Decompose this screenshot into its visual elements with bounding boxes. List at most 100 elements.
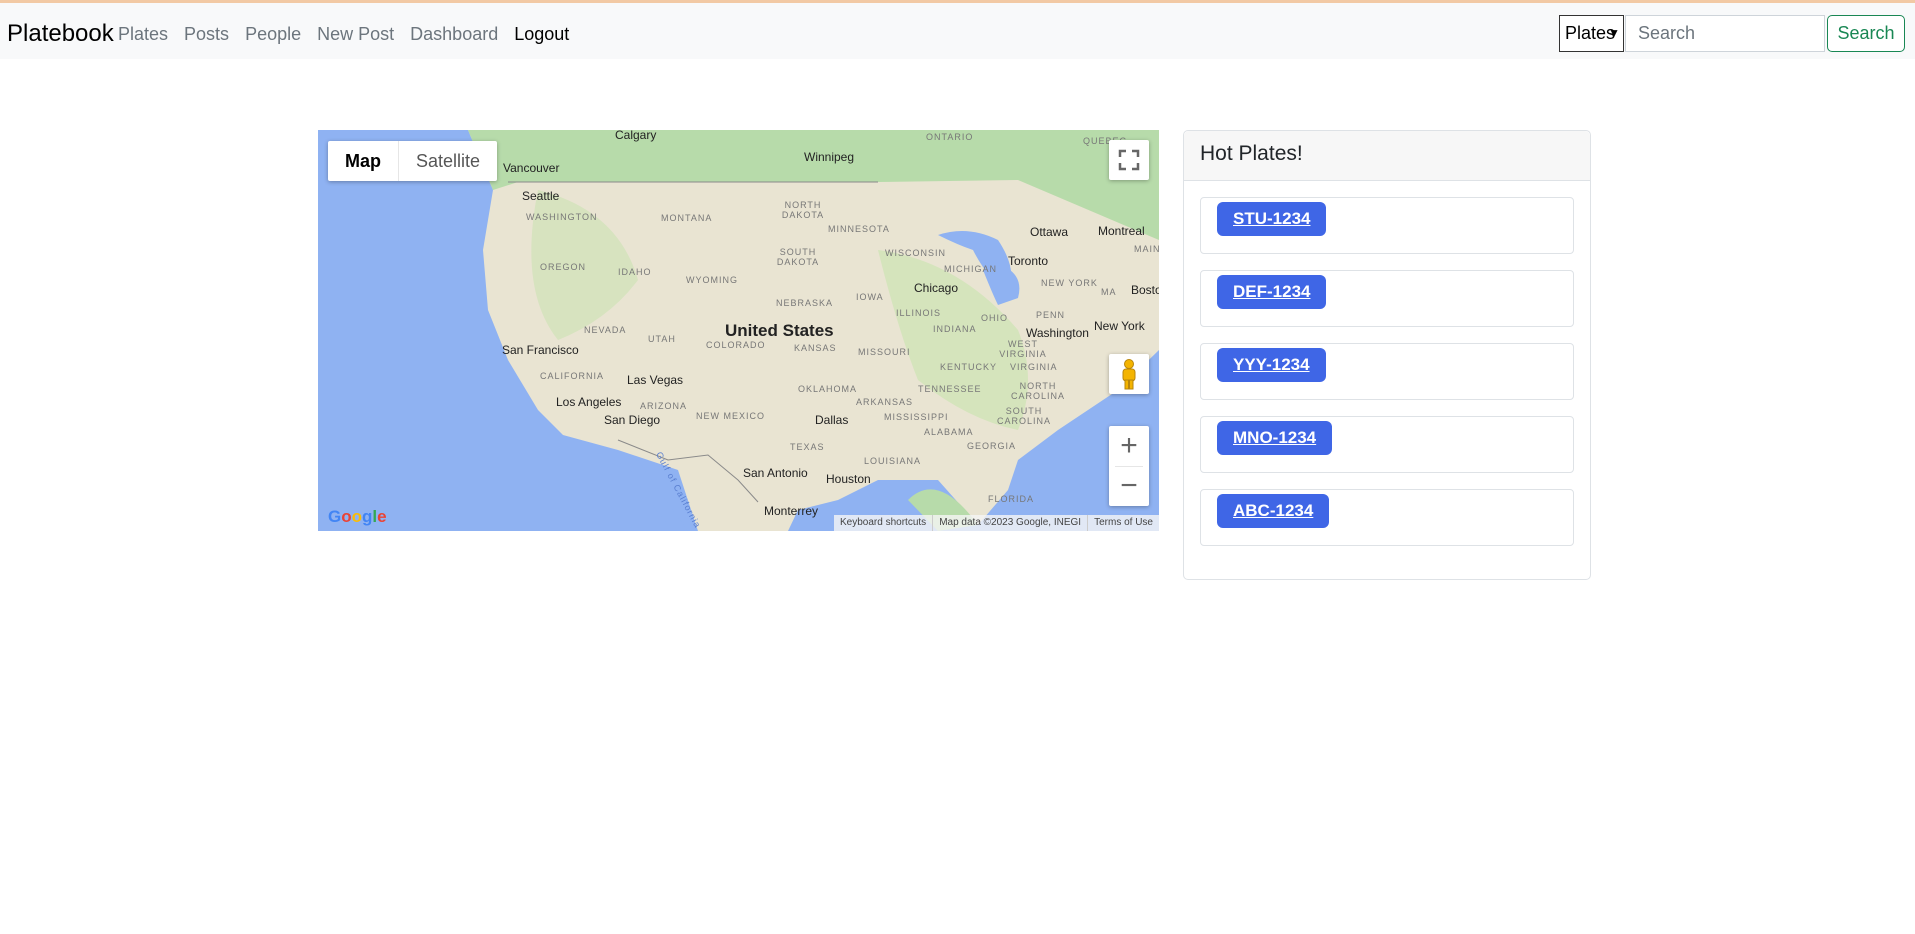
list-item: YYY-1234 [1200, 343, 1574, 400]
map-label-san-diego: San Diego [604, 413, 661, 427]
search-type-select[interactable]: Plates ▼ [1559, 15, 1624, 52]
map-label-state: PENN [1036, 310, 1066, 320]
map-label-state: VIRGINIA [1010, 362, 1058, 372]
list-item: MNO-1234 [1200, 416, 1574, 473]
map-label-houston: Houston [826, 472, 871, 486]
plate-link[interactable]: DEF-1234 [1217, 275, 1327, 309]
list-item: DEF-1234 [1200, 270, 1574, 327]
map-label-state: IOWA [856, 292, 884, 302]
map-label-state: WASHINGTON [526, 212, 598, 222]
map-label-state: NEBRASKA [776, 298, 834, 308]
map-label-state: TENNESSEE [918, 384, 982, 394]
map-label-montreal: Montreal [1098, 224, 1145, 238]
google-logo: Google [328, 507, 387, 526]
map-label-state: TEXAS [790, 442, 825, 452]
map-label-state: ALABAMA [924, 427, 974, 437]
map-label-state: CALIFORNIA [540, 371, 605, 381]
nav-link-posts[interactable]: Posts [184, 24, 229, 45]
fullscreen-button[interactable] [1109, 140, 1149, 180]
street-view-pegman-button[interactable] [1109, 354, 1149, 394]
map-label-san-antonio: San Antonio [743, 466, 808, 480]
map-label-state: ARKANSAS [856, 397, 914, 407]
fullscreen-icon [1118, 149, 1140, 171]
hot-plates-title: Hot Plates! [1184, 131, 1590, 181]
map-label-chicago: Chicago [914, 281, 959, 295]
map-label-winnipeg: Winnipeg [804, 150, 855, 164]
zoom-control: + − [1109, 426, 1149, 506]
map-label-new-york: New York [1094, 319, 1145, 333]
map-label-state: MISSOURI [858, 347, 911, 357]
map-label-monterrey: Monterrey [764, 504, 819, 518]
map-label-state: OKLAHOMA [798, 384, 858, 394]
map-label-state: SOUTH DAKOTA [776, 247, 820, 267]
nav-link-new-post[interactable]: New Post [317, 24, 394, 45]
map-label-state: KENTUCKY [940, 362, 998, 372]
map-label-state: MA [1101, 287, 1117, 297]
map-label-state: NEVADA [584, 325, 627, 335]
map-label-state: ARIZONA [640, 401, 688, 411]
map-label-state: GEORGIA [967, 441, 1017, 451]
plate-link[interactable]: ABC-1234 [1217, 494, 1330, 528]
terms-of-use-link[interactable]: Terms of Use [1087, 515, 1159, 531]
map-label-state: WISCONSIN [885, 248, 947, 258]
map-label-state: WEST VIRGINIA [999, 339, 1047, 359]
map-label-state: ILLINOIS [896, 308, 942, 318]
map-label-las-vegas: Las Vegas [627, 373, 684, 387]
map[interactable]: Calgary Winnipeg Vancouver Seattle Ottaw… [318, 130, 1159, 531]
keyboard-shortcuts-link[interactable]: Keyboard shortcuts [834, 515, 932, 531]
map-label-state: IDAHO [618, 267, 652, 277]
map-label-state: OREGON [540, 262, 587, 272]
map-label-state: NEW YORK [1041, 278, 1098, 288]
plate-link[interactable]: YYY-1234 [1217, 348, 1326, 382]
map-label-state: MAINE [1134, 244, 1159, 254]
map-label-boston: Boston [1131, 283, 1159, 297]
map-type-control: Map Satellite [328, 141, 498, 181]
zoom-divider [1115, 466, 1143, 467]
map-label-state: COLORADO [706, 340, 766, 350]
search-button[interactable]: Search [1827, 15, 1905, 52]
map-type-map-button[interactable]: Map [328, 141, 399, 181]
zoom-in-button[interactable]: + [1109, 426, 1149, 466]
map-label-ottawa: Ottawa [1030, 225, 1069, 239]
map-label-state: MONTANA [661, 213, 713, 223]
map-type-satellite-button[interactable]: Satellite [399, 141, 497, 181]
map-label-state: MICHIGAN [944, 264, 997, 274]
brand-link[interactable]: Platebook [7, 20, 114, 48]
map-label-state: LOUISIANA [864, 456, 922, 466]
hot-plates-list: STU-1234 DEF-1234 YYY-1234 MNO-1234 ABC-… [1184, 181, 1590, 546]
map-label-san-francisco: San Francisco [502, 343, 579, 357]
map-label-state: MINNESOTA [828, 224, 890, 234]
nav-link-dashboard[interactable]: Dashboard [410, 24, 498, 45]
map-label-state: INDIANA [933, 324, 977, 334]
nav-link-people[interactable]: People [245, 24, 301, 45]
map-label-state: FLORIDA [988, 494, 1035, 504]
map-label-country: United States [725, 321, 834, 340]
pegman-icon [1122, 359, 1136, 390]
search-input[interactable]: Search [1625, 15, 1825, 52]
map-label-state: NORTH CAROLINA [1010, 381, 1065, 401]
map-label-seattle: Seattle [522, 189, 560, 203]
map-label-vancouver: Vancouver [503, 161, 560, 175]
hot-plates-card: Hot Plates! STU-1234 DEF-1234 YYY-1234 M… [1183, 130, 1591, 580]
nav-links: Plates Posts People New Post Dashboard L… [118, 24, 569, 45]
map-label-state: NORTH DAKOTA [781, 200, 825, 220]
plate-link[interactable]: STU-1234 [1217, 202, 1327, 236]
map-attribution: Keyboard shortcuts Map data ©2023 Google… [834, 515, 1159, 531]
chevron-down-icon: ▼ [1608, 26, 1620, 40]
map-data-credit: Map data ©2023 Google, INEGI [932, 515, 1087, 531]
map-label-los-angeles: Los Angeles [556, 395, 622, 409]
nav-link-plates[interactable]: Plates [118, 24, 168, 45]
map-label-state: UTAH [648, 334, 676, 344]
navbar: Platebook Plates Posts People New Post D… [0, 3, 1915, 59]
map-label-washington: Washington [1026, 326, 1089, 340]
map-label-dallas: Dallas [815, 413, 849, 427]
plate-link[interactable]: MNO-1234 [1217, 421, 1333, 455]
map-label-state: ONTARIO [926, 132, 974, 142]
zoom-out-button[interactable]: − [1109, 466, 1149, 506]
list-item: ABC-1234 [1200, 489, 1574, 546]
map-label-toronto: Toronto [1008, 254, 1049, 268]
map-label-state: WYOMING [686, 275, 738, 285]
map-label-calgary: Calgary [615, 130, 657, 142]
nav-link-logout[interactable]: Logout [514, 24, 569, 45]
map-label-state: NEW MEXICO [696, 411, 766, 421]
